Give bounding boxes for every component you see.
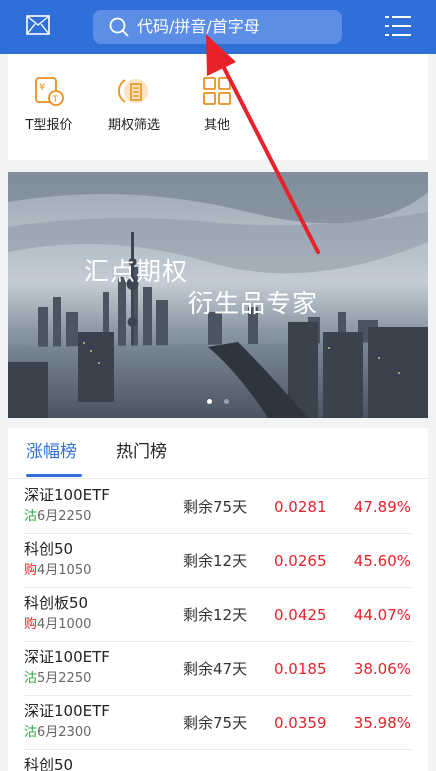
days-remaining: 剩余75天 [183, 714, 248, 732]
message-icon[interactable] [26, 15, 50, 35]
carousel-dot-active[interactable] [207, 399, 212, 404]
contract-month-strike: 6月2250 [37, 509, 92, 524]
shortcut-label: T型报价 [25, 118, 73, 133]
days-remaining: 剩余47天 [183, 660, 248, 678]
shortcut-option-filter[interactable]: 期权筛选 [102, 74, 166, 134]
last-price: 0.0359 [274, 714, 327, 732]
days-remaining: 剩余75天 [183, 498, 248, 516]
option-name: 深证100ETF [24, 648, 110, 666]
tab-top-gainers[interactable]: 涨幅榜 [26, 442, 77, 462]
shortcut-panel: ¥ T T型报价 期权筛选 其他 [8, 54, 428, 160]
shortcut-t-quote[interactable]: ¥ T T型报价 [17, 74, 81, 134]
tab-hot[interactable]: 热门榜 [116, 442, 167, 462]
table-row[interactable]: 深证100ETF 沽6月2250 剩余75天 0.0281 47.89% [8, 480, 428, 534]
svg-text:¥: ¥ [39, 82, 45, 93]
top-bar: 代码/拼音/首字母 [0, 0, 436, 54]
table-row[interactable]: 深证100ETF 沽6月2300 剩余75天 0.0359 35.98% [8, 696, 428, 750]
table-row[interactable]: 深证100ETF 沽5月2250 剩余47天 0.0185 38.06% [8, 642, 428, 696]
search-icon [109, 17, 129, 37]
promo-banner[interactable]: 汇点期权 衍生品专家 [8, 172, 428, 418]
contract-info: 购4月1050 [24, 562, 91, 579]
divider [8, 478, 428, 479]
option-name: 科创板50 [24, 594, 89, 612]
table-row[interactable]: 科创50 [8, 750, 428, 771]
days-remaining: 剩余12天 [183, 606, 248, 624]
search-bar[interactable]: 代码/拼音/首字母 [93, 10, 342, 44]
table-row[interactable]: 科创50 购4月1050 剩余12天 0.0265 45.60% [8, 534, 428, 588]
option-type-tag: 沽 [24, 509, 38, 524]
menu-icon[interactable] [385, 15, 411, 37]
contract-info: 购4月1000 [24, 616, 91, 633]
change-percent: 44.07% [353, 606, 411, 624]
shortcut-more[interactable]: 其他 [185, 74, 249, 134]
search-placeholder: 代码/拼音/首字母 [137, 17, 260, 36]
carousel-dot[interactable] [224, 399, 229, 404]
ranking-tabs: 涨幅榜 热门榜 [8, 428, 428, 478]
last-price: 0.0185 [274, 660, 327, 678]
last-price: 0.0425 [274, 606, 327, 624]
last-price: 0.0281 [274, 498, 327, 516]
active-tab-indicator [26, 474, 82, 477]
contract-info: 沽5月2250 [24, 670, 91, 687]
grid-more-icon [203, 77, 231, 105]
change-percent: 38.06% [353, 660, 411, 678]
change-percent: 35.98% [353, 714, 411, 732]
option-type-tag: 购 [24, 563, 38, 578]
days-remaining: 剩余12天 [183, 552, 248, 570]
contract-info: 沽6月2250 [24, 508, 91, 525]
option-name: 科创50 [24, 756, 74, 771]
contract-month-strike: 6月2300 [37, 725, 92, 740]
shortcut-label: 其他 [203, 118, 230, 133]
contract-month-strike: 4月1050 [37, 563, 92, 578]
option-type-tag: 沽 [24, 671, 38, 686]
last-price: 0.0265 [274, 552, 327, 570]
table-row[interactable]: 科创板50 购4月1000 剩余12天 0.0425 44.07% [8, 588, 428, 642]
change-percent: 47.89% [353, 498, 411, 516]
change-percent: 45.60% [353, 552, 411, 570]
option-name: 深证100ETF [24, 486, 110, 504]
contract-info: 沽6月2300 [24, 724, 91, 741]
contract-month-strike: 5月2250 [37, 671, 92, 686]
banner-subtitle: 衍生品专家 [188, 289, 319, 318]
option-filter-icon [118, 79, 148, 103]
option-name: 深证100ETF [24, 702, 110, 720]
yen-t-quote-icon: ¥ T [35, 77, 64, 106]
option-name: 科创50 [24, 540, 74, 558]
contract-month-strike: 4月1000 [37, 617, 92, 632]
option-type-tag: 购 [24, 617, 38, 632]
option-type-tag: 沽 [24, 725, 38, 740]
shortcut-label: 期权筛选 [107, 118, 160, 133]
banner-title: 汇点期权 [84, 257, 189, 286]
ranking-panel: 涨幅榜 热门榜 深证100ETF 沽6月2250 剩余75天 0.0281 47.89%… [8, 428, 428, 771]
svg-text:T: T [52, 95, 59, 105]
